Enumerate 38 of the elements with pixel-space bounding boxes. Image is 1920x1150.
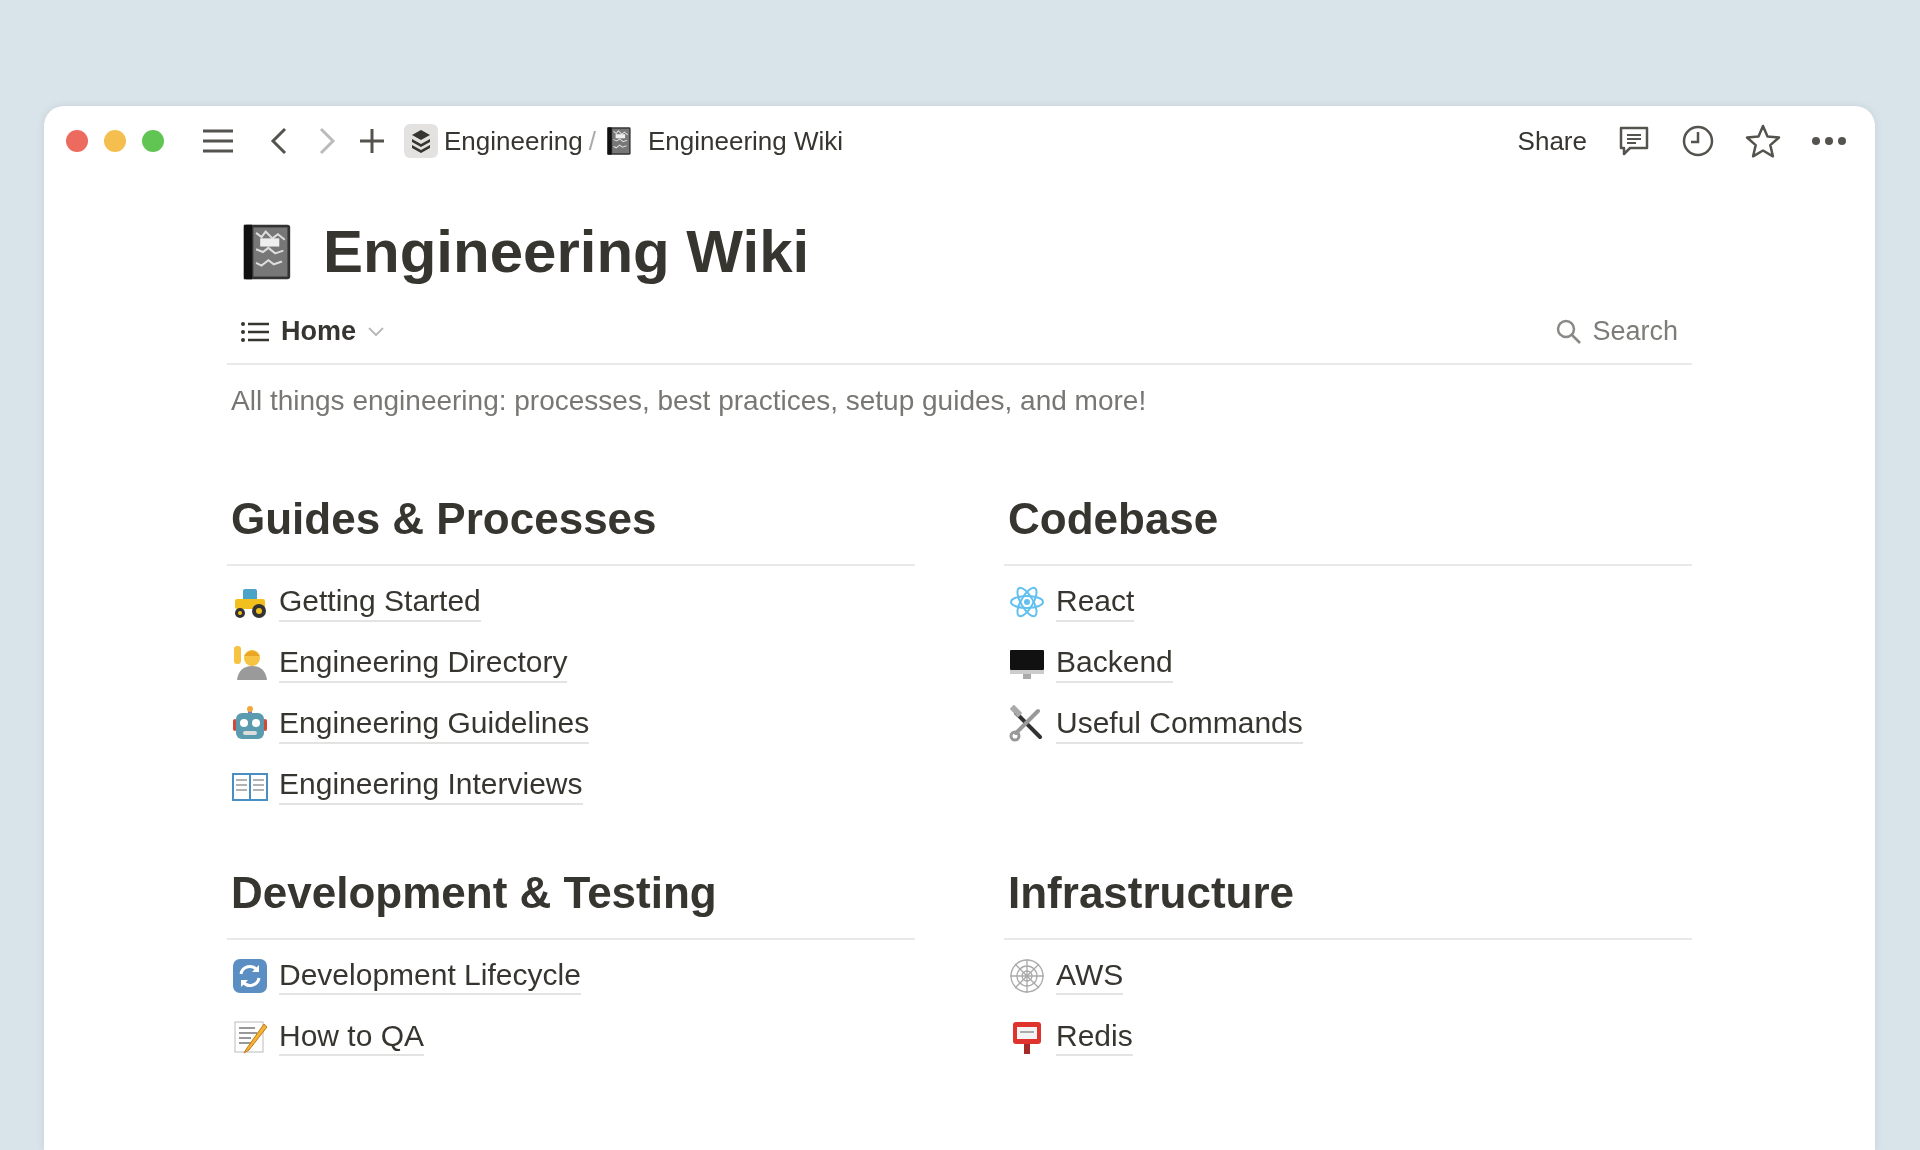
close-button[interactable]	[66, 130, 88, 152]
search-icon	[1556, 318, 1583, 345]
section-heading: Guides & Processes	[227, 493, 915, 566]
refresh-icon	[231, 956, 269, 995]
clock-icon[interactable]	[1681, 124, 1715, 158]
breadcrumb-link[interactable]: Engineering Wiki	[642, 125, 850, 157]
chevron-down-icon	[368, 326, 384, 337]
layers-icon[interactable]	[404, 124, 438, 158]
page-link[interactable]: Getting Started	[279, 582, 481, 622]
section-heading: Codebase	[1004, 493, 1692, 566]
view-switcher[interactable]: Home	[241, 316, 384, 347]
search-button[interactable]: Search	[1556, 316, 1678, 347]
page-description: All things engineering: processes, best practices, setup guides, and more!	[231, 385, 1148, 417]
breadcrumb-separator: /	[588, 125, 596, 157]
more-icon[interactable]	[1811, 136, 1847, 146]
list-icon	[241, 320, 269, 343]
page-link[interactable]: AWS	[1056, 955, 1124, 996]
breadcrumb-link[interactable]: Engineering	[438, 125, 589, 157]
page-link[interactable]: Engineering Guidelines	[279, 704, 590, 744]
page-link[interactable]: Engineering Interviews	[279, 765, 583, 805]
section-heading: Infrastructure	[1004, 866, 1692, 940]
page-link[interactable]: Backend	[1056, 643, 1173, 683]
page-title: Engineering Wiki	[323, 217, 810, 287]
share-button[interactable]: Share	[1517, 125, 1587, 157]
page-link[interactable]: Development Lifecycle	[279, 955, 581, 996]
comment-icon[interactable]	[1617, 124, 1651, 158]
page-link[interactable]: How to QA	[279, 1016, 425, 1057]
add-icon[interactable]	[358, 127, 386, 155]
notebook-icon	[604, 126, 634, 156]
section-heading: Development & Testing	[227, 866, 915, 940]
page-link[interactable]: Redis	[1056, 1016, 1133, 1057]
star-icon[interactable]	[1745, 124, 1781, 158]
person-icon	[231, 643, 269, 682]
page-link[interactable]: Useful Commands	[1056, 704, 1303, 744]
menu-icon[interactable]	[202, 128, 234, 154]
web-icon	[1008, 956, 1046, 995]
page-link[interactable]: React	[1056, 582, 1135, 622]
page-link[interactable]: Engineering Directory	[279, 643, 568, 683]
